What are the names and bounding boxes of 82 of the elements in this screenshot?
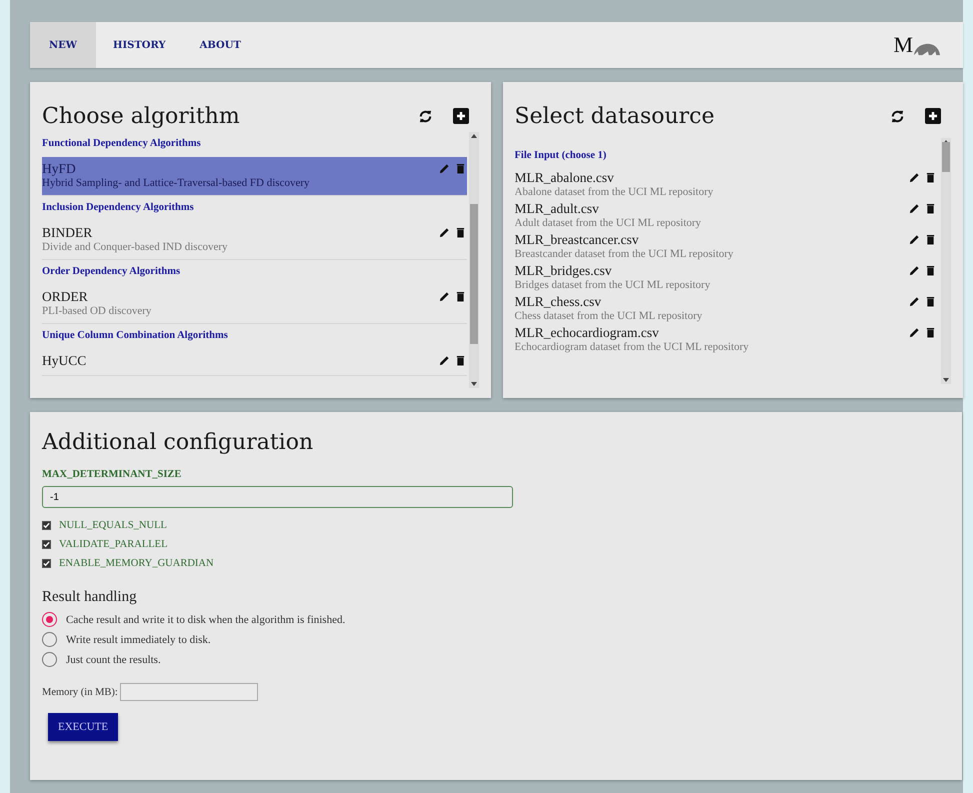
group-heading: File Input (choose 1) bbox=[514, 149, 608, 163]
list-item[interactable]: BINDER Divide and Conquer-based IND discovery bbox=[42, 221, 466, 260]
item-name: MLR_abalone.csv bbox=[514, 170, 615, 186]
refresh-icon[interactable] bbox=[418, 108, 432, 124]
list-item[interactable]: HyUCC bbox=[42, 349, 466, 376]
trash-icon[interactable] bbox=[926, 296, 935, 307]
item-description: Divide and Conquer-based IND discovery bbox=[42, 241, 228, 253]
field-label: Memory (in MB): bbox=[42, 686, 118, 698]
list-item[interactable]: MLR_bridges.csv Bridges dataset from the UCI ML repository bbox=[514, 262, 939, 293]
trash-icon[interactable] bbox=[926, 203, 935, 214]
input-field[interactable]: -1 bbox=[42, 486, 513, 508]
nav-tab[interactable]: ABOUT bbox=[182, 22, 258, 68]
radio-button[interactable] bbox=[42, 612, 57, 627]
checkbox-label: ENABLE_MEMORY_GUARDIAN bbox=[59, 558, 214, 569]
pencil-icon[interactable] bbox=[438, 355, 450, 366]
radio-label: Cache result and write it to disk when the algorithm is finished. bbox=[66, 614, 346, 626]
item-description: Hybrid Sampling- and Lattice-Traversal-based FD discovery bbox=[42, 177, 310, 189]
item-name: ORDER bbox=[42, 289, 89, 305]
group-heading: Inclusion Dependency Algorithms bbox=[42, 201, 195, 215]
trash-icon[interactable] bbox=[926, 234, 935, 245]
item-description: Abalone dataset from the UCI ML repository bbox=[514, 186, 714, 198]
group-heading: Unique Column Combination Algorithms bbox=[42, 329, 229, 343]
trash-icon[interactable] bbox=[926, 327, 935, 338]
execute-button[interactable]: EXECUTE bbox=[48, 713, 118, 741]
trash-icon[interactable] bbox=[456, 227, 464, 238]
checkbox[interactable] bbox=[42, 521, 51, 530]
scrollbar[interactable] bbox=[941, 138, 951, 384]
group-heading: Order Dependency Algorithms bbox=[42, 265, 182, 279]
item-description: Adult dataset from the UCI ML repository bbox=[514, 217, 702, 229]
list-item[interactable]: MLR_chess.csv Chess dataset from the UCI ML repository bbox=[514, 293, 939, 324]
parameter-label: MAX_DETERMINANT_SIZE bbox=[42, 469, 182, 480]
checkbox-label: VALIDATE_PARALLEL bbox=[59, 539, 168, 550]
trash-icon[interactable] bbox=[456, 291, 464, 302]
item-name: MLR_chess.csv bbox=[514, 294, 602, 310]
panel-title: Choose algorithm bbox=[42, 104, 240, 128]
list-item[interactable]: MLR_echocardiogram.csv Echocardiogram dataset from the UCI ML repository bbox=[514, 324, 939, 355]
radio-button[interactable] bbox=[42, 632, 57, 647]
list-item[interactable]: MLR_adult.csv Adult dataset from the UCI ML repository bbox=[514, 200, 939, 231]
group-heading: Functional Dependency Algorithms bbox=[42, 137, 202, 151]
section-title: Result handling bbox=[42, 589, 137, 606]
checkbox[interactable] bbox=[42, 559, 51, 568]
item-description: PLI-based OD discovery bbox=[42, 305, 152, 317]
refresh-icon[interactable] bbox=[890, 108, 905, 124]
radio-label: Write result immediately to disk. bbox=[66, 634, 211, 646]
item-name: HyFD bbox=[42, 161, 77, 177]
pencil-icon[interactable] bbox=[909, 203, 920, 214]
pencil-icon[interactable] bbox=[438, 291, 450, 302]
list-item[interactable]: MLR_abalone.csv Abalone dataset from the UCI ML repository bbox=[514, 169, 939, 200]
panel-title: Select datasource bbox=[514, 104, 715, 128]
nav-tab[interactable]: HISTORY bbox=[96, 22, 183, 68]
add-icon[interactable] bbox=[925, 108, 941, 124]
pencil-icon[interactable] bbox=[909, 327, 920, 338]
pencil-icon[interactable] bbox=[438, 227, 450, 238]
checkbox[interactable] bbox=[42, 540, 51, 549]
radio-button[interactable] bbox=[42, 652, 57, 667]
item-description: Breastcander dataset from the UCI ML repository bbox=[514, 248, 734, 260]
item-name: BINDER bbox=[42, 225, 94, 241]
item-name: MLR_bridges.csv bbox=[514, 263, 613, 279]
list-item[interactable]: MLR_breastcancer.csv Breastcander dataset from the UCI ML repository bbox=[514, 231, 939, 262]
memory-field[interactable] bbox=[120, 683, 258, 701]
panel-title: Additional configuration bbox=[42, 430, 314, 455]
pencil-icon[interactable] bbox=[909, 265, 920, 276]
item-description: Echocardiogram dataset from the UCI ML repository bbox=[514, 341, 749, 353]
nav-tab[interactable]: NEW bbox=[30, 22, 96, 68]
item-description: Bridges dataset from the UCI ML repository bbox=[514, 279, 710, 291]
item-name: HyUCC bbox=[42, 353, 86, 369]
item-name: MLR_breastcancer.csv bbox=[514, 232, 640, 248]
trash-icon[interactable] bbox=[456, 355, 464, 366]
item-name: MLR_adult.csv bbox=[514, 201, 600, 217]
pencil-icon[interactable] bbox=[909, 172, 920, 183]
add-icon[interactable] bbox=[452, 108, 468, 124]
item-description: Chess dataset from the UCI ML repository bbox=[514, 310, 702, 322]
logo[interactable]: M bbox=[893, 34, 941, 56]
pencil-icon[interactable] bbox=[909, 234, 920, 245]
trash-icon[interactable] bbox=[926, 172, 935, 183]
checkbox-label: NULL_EQUALS_NULL bbox=[59, 520, 167, 531]
item-name: MLR_echocardiogram.csv bbox=[514, 325, 660, 341]
radio-label: Just count the results. bbox=[66, 654, 161, 666]
trash-icon[interactable] bbox=[926, 265, 935, 276]
list-item[interactable]: ORDER PLI-based OD discovery bbox=[42, 285, 466, 324]
pencil-icon[interactable] bbox=[909, 296, 920, 307]
scrollbar[interactable] bbox=[468, 132, 478, 388]
